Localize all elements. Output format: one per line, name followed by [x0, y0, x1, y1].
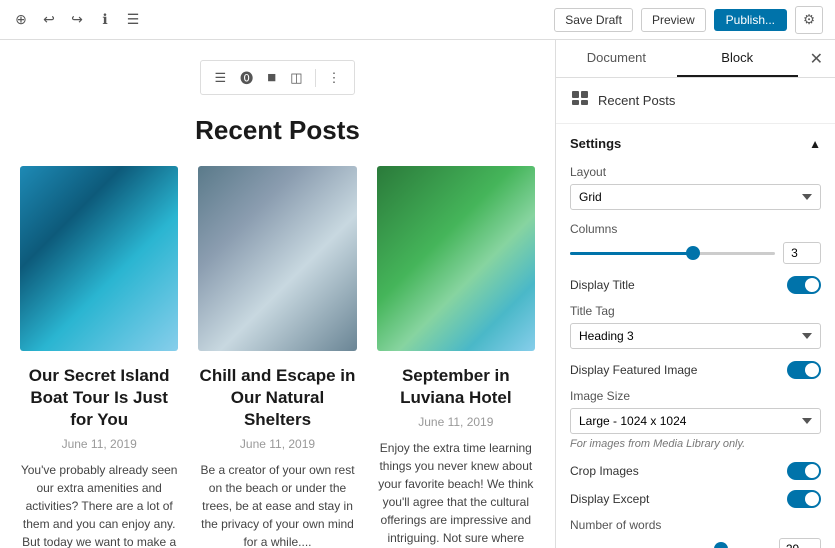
post-date: June 11, 2019 [20, 437, 178, 451]
publish-button[interactable]: Publish... [714, 9, 787, 31]
post-item: Our Secret Island Boat Tour Is Just for … [20, 166, 178, 548]
display-title-label: Display Title [570, 278, 635, 292]
info-icon[interactable]: ℹ [96, 11, 114, 29]
panel-body: Recent Posts Settings ▲ Layout Grid Colu… [556, 78, 835, 548]
toolbar-left: ⊕ ↩ ↪ ℹ ☰ [12, 11, 142, 29]
layout-label: Layout [570, 165, 821, 179]
post-image [198, 166, 356, 351]
close-panel-button[interactable]: ✕ [798, 41, 835, 77]
display-title-switch[interactable] [787, 276, 821, 294]
display-featured-image-label: Display Featured Image [570, 363, 697, 377]
settings-button[interactable]: ⚙ [795, 6, 823, 34]
post-title: Chill and Escape in Our Natural Shelters [198, 365, 356, 431]
block-type-name: Recent Posts [598, 93, 675, 108]
post-date: June 11, 2019 [377, 415, 535, 429]
layout-setting: Layout Grid [570, 165, 821, 210]
grid-icon-button[interactable]: ◫ [285, 67, 307, 89]
tab-block[interactable]: Block [677, 40, 798, 77]
columns-number-input[interactable] [783, 242, 821, 264]
preview-button[interactable]: Preview [641, 8, 706, 32]
columns-slider-track[interactable] [570, 252, 775, 255]
main-area: ☰ ⓿ ■ ◫ ⋮ Recent Posts Our Secret Island… [0, 40, 835, 548]
num-words-input[interactable] [779, 538, 821, 548]
list-view-button[interactable]: ☰ [209, 67, 231, 89]
undo-icon[interactable]: ↩ [40, 11, 58, 29]
sidebar-panel: Document Block ✕ Recent Posts Sett [555, 40, 835, 548]
editor-area: ☰ ⓿ ■ ◫ ⋮ Recent Posts Our Secret Island… [0, 40, 555, 548]
post-title: Our Secret Island Boat Tour Is Just for … [20, 365, 178, 431]
save-draft-button[interactable]: Save Draft [554, 8, 633, 32]
columns-label: Columns [570, 222, 821, 236]
display-excerpt-label: Display Except [570, 492, 649, 506]
post-excerpt: You've probably already seen our extra a… [20, 461, 178, 548]
num-words-label: Number of words [570, 518, 821, 532]
post-title: September in Luviana Hotel [377, 365, 535, 409]
display-featured-image-toggle: Display Featured Image [570, 361, 821, 379]
more-options-button[interactable]: ⋮ [323, 67, 346, 89]
panel-tabs: Document Block ✕ [556, 40, 835, 78]
page-title: Recent Posts [20, 115, 535, 146]
post-image [20, 166, 178, 351]
title-tag-label: Title Tag [570, 304, 821, 318]
display-excerpt-switch[interactable] [787, 490, 821, 508]
image-size-hint: For images from Media Library only. [570, 438, 821, 450]
post-item: Chill and Escape in Our Natural Shelters… [198, 166, 356, 548]
block-type-label: Recent Posts [556, 78, 835, 124]
top-bar: ⊕ ↩ ↪ ℹ ☰ Save Draft Preview Publish... … [0, 0, 835, 40]
crop-images-switch[interactable] [787, 462, 821, 480]
crop-images-toggle: Crop Images [570, 462, 821, 480]
settings-collapse-icon[interactable]: ▲ [809, 137, 821, 151]
post-excerpt: Be a creator of your own rest on the bea… [198, 461, 356, 548]
image-size-label: Image Size [570, 389, 821, 403]
layout-select[interactable]: Grid [570, 184, 821, 210]
compact-icon-button[interactable]: ■ [262, 66, 281, 89]
wp-icon[interactable]: ⊕ [12, 11, 30, 29]
columns-setting: Columns [570, 222, 821, 264]
post-item: September in Luviana Hotel June 11, 2019… [377, 166, 535, 548]
display-title-toggle: Display Title [570, 276, 821, 294]
num-words-control [570, 538, 821, 548]
list-icon-button[interactable]: ⓿ [235, 65, 258, 90]
settings-section: Settings ▲ Layout Grid Columns [556, 124, 835, 548]
post-excerpt: Enjoy the extra time learning things you… [377, 439, 535, 548]
toolbar-separator [315, 69, 316, 87]
title-tag-select[interactable]: Heading 3 [570, 323, 821, 349]
menu-icon[interactable]: ☰ [124, 11, 142, 29]
num-words-setting: Number of words [570, 518, 821, 548]
title-tag-setting: Title Tag Heading 3 [570, 304, 821, 349]
columns-slider-thumb[interactable] [686, 246, 700, 260]
posts-grid: Our Secret Island Boat Tour Is Just for … [20, 166, 535, 548]
settings-header: Settings ▲ [570, 136, 821, 151]
image-size-select[interactable]: Large - 1024 x 1024 [570, 408, 821, 434]
num-words-slider-thumb[interactable] [714, 542, 728, 548]
post-image [377, 166, 535, 351]
block-toolbar: ☰ ⓿ ■ ◫ ⋮ [200, 60, 354, 95]
display-excerpt-toggle: Display Except [570, 490, 821, 508]
display-featured-image-switch[interactable] [787, 361, 821, 379]
redo-icon[interactable]: ↪ [68, 11, 86, 29]
toolbar-right: Save Draft Preview Publish... ⚙ [554, 6, 823, 34]
columns-slider-fill [570, 252, 693, 255]
columns-control [570, 242, 821, 264]
image-size-setting: Image Size Large - 1024 x 1024 For image… [570, 389, 821, 450]
settings-title: Settings [570, 136, 621, 151]
post-date: June 11, 2019 [198, 437, 356, 451]
crop-images-label: Crop Images [570, 464, 639, 478]
tab-document[interactable]: Document [556, 40, 677, 77]
recent-posts-icon [570, 88, 590, 113]
